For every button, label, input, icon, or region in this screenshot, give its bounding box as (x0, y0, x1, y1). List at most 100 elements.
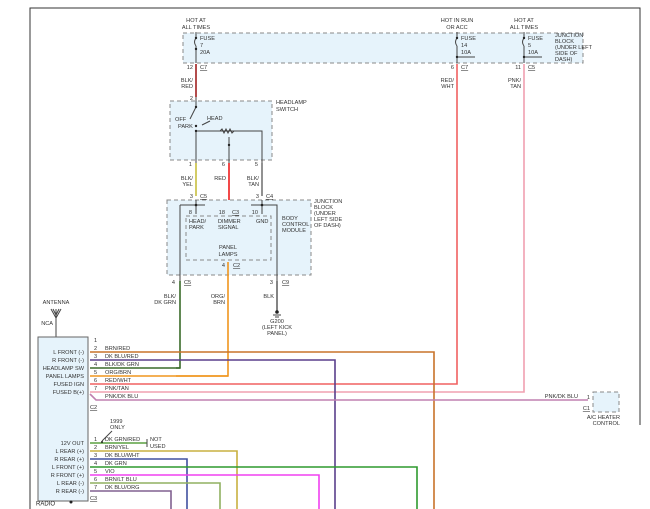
label: 14 (461, 43, 467, 49)
wiring-diagram: JUNCTION BLOCK (UNDER LEFT SIDE OF DASH)… (29, 7, 641, 509)
pin-function: R FRONT (-) (52, 358, 84, 364)
label: NCA (41, 321, 53, 327)
wire-color-label: BLK/DK GRN (105, 362, 139, 368)
label: C2 (233, 263, 240, 269)
label: PARK (189, 225, 204, 231)
antenna-icon: ANTENNA NCA (41, 300, 70, 337)
label: C2 (90, 405, 97, 411)
label: PNK/DK BLU (545, 394, 578, 400)
label: 3 (256, 194, 259, 200)
label: TAN (248, 182, 259, 188)
pin-function: 12V OUT (61, 441, 85, 447)
label: YEL (182, 182, 193, 188)
label: 4 (222, 263, 225, 269)
label: 10 (252, 210, 258, 216)
ground-g200: G200 (LEFT KICK PANEL) (262, 310, 292, 337)
label: FUSE (200, 36, 215, 42)
label: 1 (189, 162, 192, 168)
wire-blk-dk-grn (176, 281, 181, 369)
pin-number: 4 (94, 461, 97, 467)
wire-color-label: PNK/DK BLU (105, 394, 138, 400)
pin-function: R FRONT (+) (51, 473, 84, 479)
wire-color-label: BRN/LT BLU (105, 477, 137, 483)
label: C1 (583, 406, 590, 412)
pin-function: FUSED IGN (54, 382, 84, 388)
pin-function: L FRONT (-) (53, 350, 84, 356)
radio-c3-connector: 1 12V OUT DK GRN/RED 2 L REAR (+) BRN/YEL 3 R R… (51, 437, 140, 495)
label: C3 (232, 210, 239, 216)
wire-color-label: DK BLU/RED (105, 354, 139, 360)
label: 5 (255, 162, 258, 168)
wire-color-label: ORG/BRN (105, 370, 131, 376)
wire-color-label: DK GRN/RED (105, 437, 140, 443)
label: 11 (515, 65, 521, 71)
label: DASH) (555, 57, 573, 63)
pin-number: 7 (94, 485, 97, 491)
label: 3 (270, 280, 273, 286)
label: ONLY (110, 425, 125, 431)
pin-number: 5 (94, 370, 97, 376)
pin-function: L REAR (-) (57, 481, 84, 487)
label: USED (150, 444, 166, 450)
label: 5 (528, 43, 531, 49)
body-control-module: 3 C5 3 C4 JUNCTION BLOCK (UNDER LEFT SID… (166, 194, 342, 286)
pin-number: 1 (94, 338, 97, 344)
label: FUSE (461, 36, 476, 42)
pin-number: 7 (94, 386, 97, 392)
label: HOT IN RUN (441, 18, 474, 24)
label: HEAD (207, 116, 223, 122)
label: OFF (175, 117, 187, 123)
label: 6 (222, 162, 225, 168)
label: HOT AT (186, 18, 206, 24)
pin-number: 6 (94, 477, 97, 483)
pin-number: 3 (94, 453, 97, 459)
label: C5 (200, 194, 207, 200)
pin-function: R REAR (-) (56, 489, 84, 495)
pin-number: 1 (94, 437, 97, 443)
label: C7 (200, 65, 207, 71)
label: 6 (451, 65, 454, 71)
label: 4 (172, 280, 175, 286)
label: 10A (528, 50, 538, 56)
label: NOT (150, 437, 162, 443)
label: PANEL) (267, 331, 287, 337)
label: C3 (90, 496, 97, 502)
pin-number: 6 (94, 378, 97, 384)
label: TAN (510, 84, 521, 90)
pin-number: 4 (94, 362, 97, 368)
label: BLK (263, 294, 274, 300)
label: WHT (441, 84, 454, 90)
wire-color-label: DK BLU/WHT (105, 453, 140, 459)
label: ALL TIMES (182, 25, 211, 31)
label: 1 (587, 395, 590, 401)
label: OF DASH) (314, 223, 341, 229)
label: 2 (190, 96, 193, 102)
label: C7 (461, 65, 468, 71)
wire-color-label: BRN/YEL (105, 445, 129, 451)
pin-number: 3 (94, 354, 97, 360)
pin-number: 2 (94, 346, 97, 352)
label: SWITCH (276, 107, 298, 113)
ac-heater-control: PNK/DK BLU 1 C1 A/C HEATER CONTROL (545, 391, 620, 427)
pin-number: 2 (94, 445, 97, 451)
label: 18 (219, 210, 225, 216)
label: RED (181, 84, 193, 90)
label: DK GRN (154, 300, 176, 306)
label: C5 (184, 280, 191, 286)
label: OR ACC (446, 25, 467, 31)
wire-color-label: VIO (105, 469, 115, 475)
wire-color-label: PNK/TAN (105, 386, 129, 392)
label: CONTROL (593, 421, 620, 427)
pin-function: L REAR (+) (55, 449, 84, 455)
label: HOT AT (514, 18, 534, 24)
label: SIGNAL (218, 225, 239, 231)
pin-function: PANEL LAMPS (46, 374, 85, 380)
label: BRN (213, 300, 225, 306)
label: GND (256, 219, 268, 225)
label: C9 (282, 280, 289, 286)
label: 8 (189, 210, 192, 216)
label: MODULE (282, 228, 306, 234)
label: RED (214, 176, 226, 182)
pin-function: FUSED B(+) (53, 390, 84, 396)
label: 10A (461, 50, 471, 56)
